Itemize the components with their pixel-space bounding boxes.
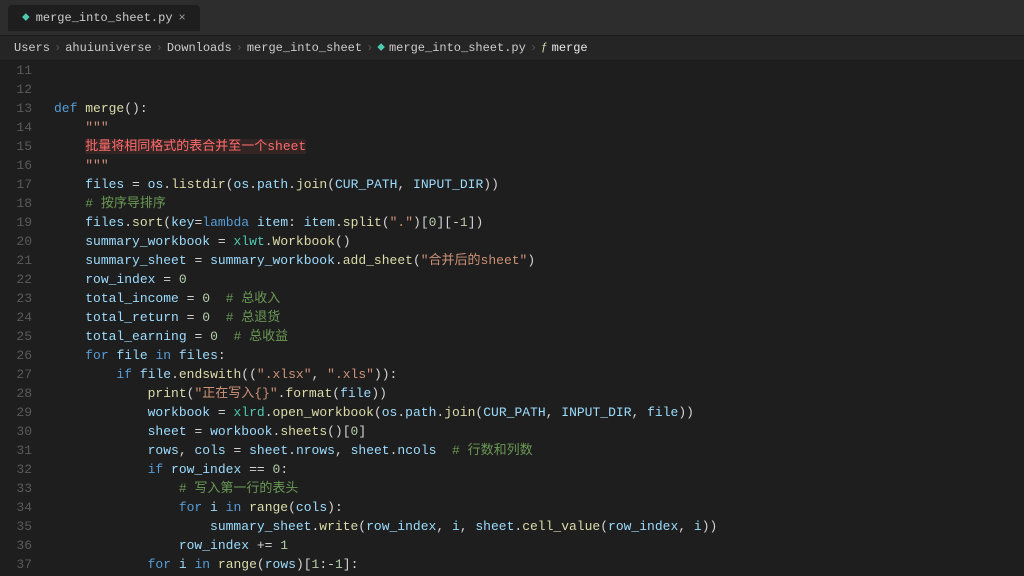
line-numbers-gutter: 1112131415161718192021222324252627282930… (0, 61, 42, 575)
sep5: › (530, 41, 537, 55)
sep2: › (156, 41, 163, 55)
breadcrumb-file[interactable]: merge_into_sheet.py (389, 41, 526, 55)
tab-label: merge_into_sheet.py (36, 11, 173, 25)
line-number: 34 (0, 498, 42, 517)
code-line: summary_workbook = xlwt.Workbook() (54, 232, 1024, 251)
code-line: sheet = workbook.sheets()[0] (54, 422, 1024, 441)
code-line: if row_index == 0: (54, 460, 1024, 479)
code-line: total_return = 0 # 总退货 (54, 308, 1024, 327)
code-line: summary_sheet.write(row_index, i, sheet.… (54, 517, 1024, 536)
line-number: 22 (0, 270, 42, 289)
line-number: 31 (0, 441, 42, 460)
code-line: # 去掉第一行表头和最后一行汇总 (54, 574, 1024, 575)
code-line: """ (54, 118, 1024, 137)
line-number: 27 (0, 365, 42, 384)
breadcrumb-users[interactable]: Users (14, 41, 50, 55)
line-number: 19 (0, 213, 42, 232)
line-number: 36 (0, 536, 42, 555)
line-number: 30 (0, 422, 42, 441)
code-line: # 写入第一行的表头 (54, 479, 1024, 498)
line-number: 29 (0, 403, 42, 422)
code-line: for i in range(cols): (54, 498, 1024, 517)
code-line: def merge(): (54, 99, 1024, 118)
line-number: 21 (0, 251, 42, 270)
breadcrumb-downloads[interactable]: Downloads (167, 41, 232, 55)
python-file-icon: ⬥ (22, 12, 30, 24)
line-number: 24 (0, 308, 42, 327)
code-line: workbook = xlrd.open_workbook(os.path.jo… (54, 403, 1024, 422)
breadcrumb-ahuiuniverse[interactable]: ahuiuniverse (65, 41, 151, 55)
line-number: 20 (0, 232, 42, 251)
code-line: rows, cols = sheet.nrows, sheet.ncols # … (54, 441, 1024, 460)
line-number: 11 (0, 61, 42, 80)
line-number: 26 (0, 346, 42, 365)
breadcrumb-folder[interactable]: merge_into_sheet (247, 41, 362, 55)
code-line: if file.endswith((".xlsx", ".xls")): (54, 365, 1024, 384)
line-number: 16 (0, 156, 42, 175)
code-line: for i in range(rows)[1:-1]: (54, 555, 1024, 574)
line-number: 35 (0, 517, 42, 536)
code-line: """ (54, 156, 1024, 175)
editor: 1112131415161718192021222324252627282930… (0, 61, 1024, 575)
code-line: row_index += 1 (54, 536, 1024, 555)
code-line: for file in files: (54, 346, 1024, 365)
line-number: 17 (0, 175, 42, 194)
code-line: total_earning = 0 # 总收益 (54, 327, 1024, 346)
line-number: 25 (0, 327, 42, 346)
line-number: 23 (0, 289, 42, 308)
code-line: # 按序导排序 (54, 194, 1024, 213)
line-number: 33 (0, 479, 42, 498)
sep3: › (236, 41, 243, 55)
code-line: files = os.listdir(os.path.join(CUR_PATH… (54, 175, 1024, 194)
line-number: 14 (0, 118, 42, 137)
title-bar: ⬥ merge_into_sheet.py × (0, 0, 1024, 36)
code-area[interactable]: def merge(): """ 批量将相同格式的表合并至一个sheet """… (42, 61, 1024, 575)
breadcrumb: Users › ahuiuniverse › Downloads › merge… (0, 36, 1024, 61)
line-number: 12 (0, 80, 42, 99)
line-number: 13 (0, 99, 42, 118)
sep4: › (366, 41, 373, 55)
sep1: › (54, 41, 61, 55)
line-number: 37 (0, 555, 42, 574)
code-line: print("正在写入{}".format(file)) (54, 384, 1024, 403)
function-icon: ƒ (541, 42, 548, 54)
python-icon: ⬥ (377, 42, 385, 54)
line-number: 18 (0, 194, 42, 213)
breadcrumb-function[interactable]: merge (552, 41, 588, 55)
line-number: 32 (0, 460, 42, 479)
line-number: 38 (0, 574, 42, 575)
line-number: 28 (0, 384, 42, 403)
code-line: total_income = 0 # 总收入 (54, 289, 1024, 308)
code-line: row_index = 0 (54, 270, 1024, 289)
file-tab[interactable]: ⬥ merge_into_sheet.py × (8, 5, 200, 31)
line-number: 15 (0, 137, 42, 156)
code-line: files.sort(key=lambda item: item.split("… (54, 213, 1024, 232)
code-line: 批量将相同格式的表合并至一个sheet (54, 137, 1024, 156)
code-line: summary_sheet = summary_workbook.add_she… (54, 251, 1024, 270)
tab-close-button[interactable]: × (179, 11, 186, 25)
